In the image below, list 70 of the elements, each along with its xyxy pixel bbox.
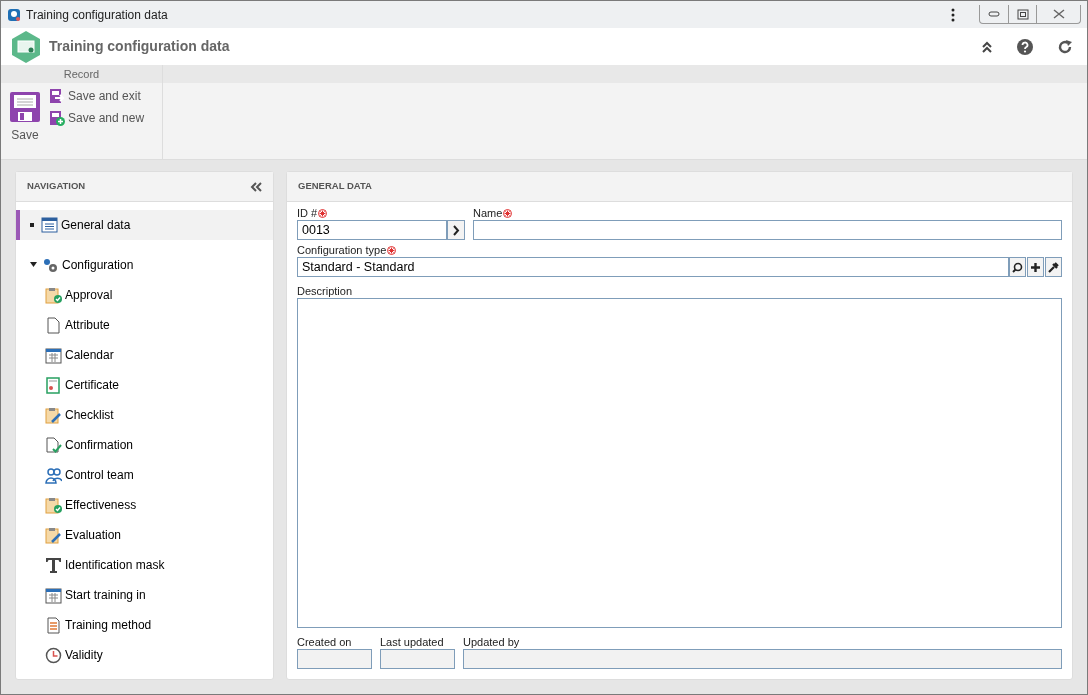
- chevron-right-icon: [452, 224, 460, 236]
- next-button[interactable]: [447, 220, 465, 240]
- help-icon[interactable]: [1017, 38, 1033, 55]
- letter-t-icon: [45, 556, 62, 574]
- nav-item[interactable]: Identification mask: [16, 550, 273, 580]
- panel-title: GENERAL DATA: [298, 179, 372, 194]
- nav-item[interactable]: Effectiveness: [16, 490, 273, 520]
- description-field[interactable]: [297, 298, 1062, 628]
- nav-item[interactable]: Attribute: [16, 310, 273, 340]
- document-icon: [45, 616, 62, 634]
- field-label: Created on: [297, 636, 352, 649]
- bullet-icon: [30, 223, 34, 227]
- save-and-new-button[interactable]: Save and new: [49, 109, 145, 127]
- floppy-disk-icon: [49, 88, 65, 104]
- clock-icon: [45, 646, 62, 664]
- name-field[interactable]: [473, 220, 1062, 240]
- more-options-icon[interactable]: [951, 7, 955, 22]
- page-check-icon: [45, 436, 62, 454]
- broom-icon: [1048, 261, 1060, 273]
- nav-item[interactable]: Control team: [16, 460, 273, 490]
- app-logo-icon: [7, 7, 21, 22]
- clipboard-pen-icon: [45, 526, 62, 544]
- field-label: Updated by: [463, 636, 520, 649]
- certificate-icon: [45, 376, 62, 394]
- collapse-icon[interactable]: [981, 39, 993, 54]
- nav-item[interactable]: General data: [16, 210, 273, 240]
- nav-item[interactable]: Checklist: [16, 400, 273, 430]
- clipboard-check-icon: [45, 496, 62, 514]
- nav-item[interactable]: Evaluation: [16, 520, 273, 550]
- nav-item[interactable]: Validity: [16, 640, 273, 670]
- save-button[interactable]: Save: [9, 91, 41, 144]
- minimize-icon: [988, 11, 1000, 17]
- page-title: Training configuration data: [49, 37, 230, 56]
- double-chevron-left-icon[interactable]: [250, 181, 262, 192]
- close-icon: [1052, 9, 1065, 19]
- maximize-icon: [1016, 8, 1029, 20]
- calendar-icon: [45, 586, 62, 604]
- search-icon: [1012, 261, 1024, 273]
- nav-item[interactable]: Configuration: [16, 250, 273, 280]
- clipboard-pen-icon: [45, 406, 62, 424]
- people-icon: [45, 466, 62, 484]
- nav-item[interactable]: Approval: [16, 280, 273, 310]
- add-button[interactable]: [1027, 257, 1045, 277]
- refresh-icon[interactable]: [1057, 38, 1073, 55]
- page-icon: [45, 316, 62, 334]
- save-and-exit-button[interactable]: Save and exit: [49, 87, 145, 105]
- configuration-type-field[interactable]: Standard - Standard: [297, 257, 1010, 277]
- field-label: ID #: [297, 207, 318, 220]
- plus-icon: [1030, 261, 1042, 273]
- list-icon: [41, 216, 58, 234]
- nav-item[interactable]: Certificate: [16, 370, 273, 400]
- caret-down-icon[interactable]: [30, 262, 37, 268]
- field-label: Name: [473, 207, 503, 220]
- clear-button[interactable]: [1045, 257, 1062, 277]
- nav-item[interactable]: Calendar: [16, 340, 273, 370]
- field-label: Description: [297, 285, 353, 298]
- ribbon-group-label: Record: [1, 65, 162, 83]
- floppy-disk-icon: [49, 110, 65, 126]
- panel-title: NAVIGATION: [27, 179, 86, 194]
- field-label: Configuration type: [297, 244, 387, 257]
- search-button[interactable]: [1009, 257, 1027, 277]
- field-label: Last updated: [380, 636, 444, 649]
- nav-item[interactable]: Start training in: [16, 580, 273, 610]
- nav-item[interactable]: Training method: [16, 610, 273, 640]
- gears-icon: [42, 256, 59, 274]
- window-title: Training configuration data: [26, 6, 168, 24]
- id-field[interactable]: 0013: [297, 220, 447, 240]
- clipboard-check-icon: [45, 286, 62, 304]
- nav-item[interactable]: Confirmation: [16, 430, 273, 460]
- calendar-icon: [45, 346, 62, 364]
